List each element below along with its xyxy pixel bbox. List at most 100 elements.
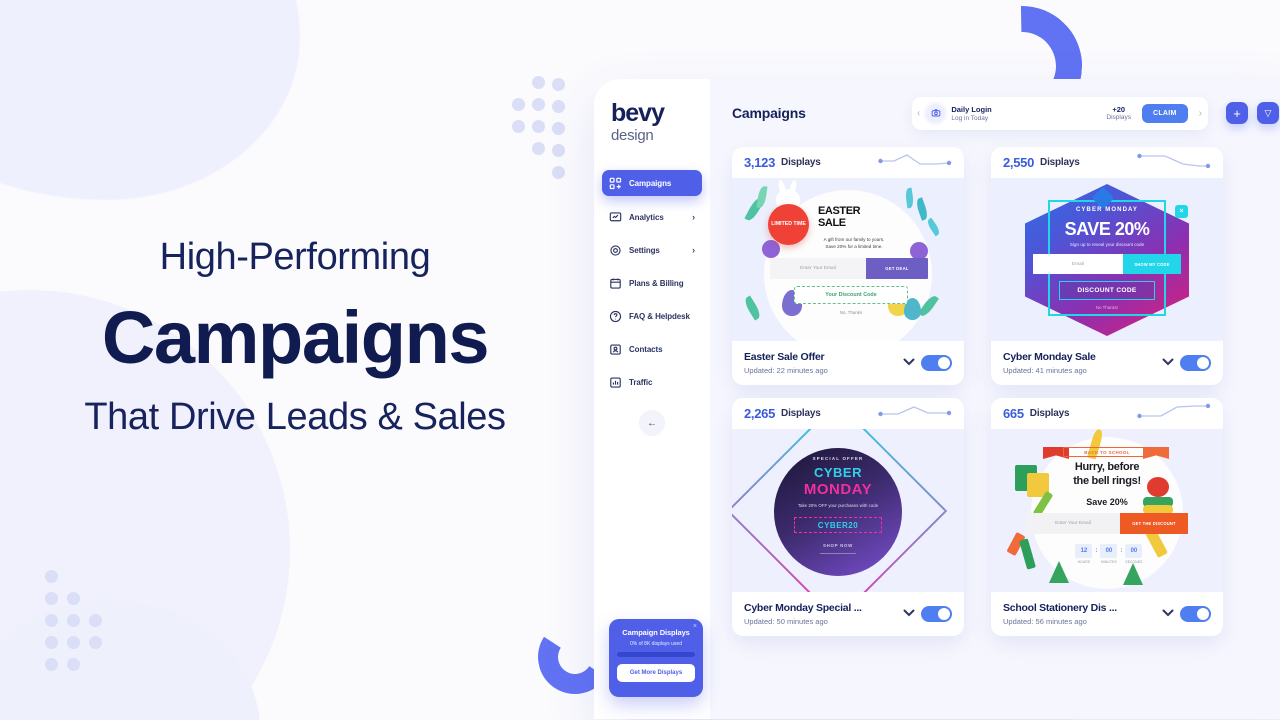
countdown-hours-label: HOURS xyxy=(1077,560,1091,564)
reward-texts: Daily Login Log in Today xyxy=(951,105,1100,122)
dot-grid-top-icon xyxy=(512,76,578,186)
sidebar-item-campaigns[interactable]: Campaigns xyxy=(602,170,702,196)
reward-amount-value: +20 xyxy=(1112,105,1126,114)
easter-title-line2: SALE xyxy=(818,216,846,229)
easter-email-input: Enter Your Email xyxy=(770,258,866,279)
card-header: 2,265 Displays xyxy=(732,398,964,429)
campaign-enabled-toggle[interactable] xyxy=(921,355,952,371)
campaign-name: Cyber Monday Special ... xyxy=(744,602,862,614)
cyber-special-title-line2: MONDAY xyxy=(803,481,873,498)
campaign-card-grid: 3,123 Displays LIMITED TIME EASTER SALE … xyxy=(710,147,1280,636)
countdown-separator-2: : xyxy=(1120,548,1123,554)
cyber-monday-discount-code: DISCOUNT CODE xyxy=(1059,281,1155,300)
chevron-down-icon[interactable] xyxy=(903,357,915,369)
card-header: 2,550 Displays xyxy=(991,147,1223,178)
easter-signup-form: Enter Your Email GET DEAL xyxy=(770,258,928,279)
easter-subtitle-line1: A gift from our family to yours. xyxy=(823,237,885,242)
blob-top-left xyxy=(0,0,300,200)
sidebar-item-faq-helpdesk[interactable]: FAQ & Helpdesk xyxy=(602,304,702,328)
campaign-card[interactable]: 2,265 Displays SPECIAL OFFER CYBER MONDA… xyxy=(732,398,964,636)
page-title: Campaigns xyxy=(732,105,806,121)
cyber-monday-decline-link: No Thanks! xyxy=(1095,305,1119,310)
sidebar-item-traffic[interactable]: Traffic xyxy=(602,370,702,394)
hero-line-3: That Drive Leads & Sales xyxy=(84,396,506,438)
easter-get-deal-button: GET DEAL xyxy=(866,258,928,279)
chevron-down-icon[interactable] xyxy=(1162,357,1174,369)
get-more-displays-button[interactable]: Get More Displays xyxy=(617,664,695,682)
campaign-card[interactable]: 2,550 Displays × CYBER MONDAY SAVE 20% S… xyxy=(991,147,1223,385)
sidebar-label-traffic: Traffic xyxy=(629,377,653,387)
calendar-icon xyxy=(610,277,621,289)
dot-grid-bottom-icon xyxy=(40,570,102,680)
displays-label: Displays xyxy=(1029,408,1070,419)
chevron-down-icon[interactable] xyxy=(1162,608,1174,620)
chevron-right-icon-analytics: › xyxy=(692,212,695,222)
cyber-monday-subtitle: Sign up to reveal your discount code xyxy=(1069,242,1145,247)
cyber-monday-email-input: Email xyxy=(1033,254,1123,274)
topbar-actions: + ▽ xyxy=(1226,102,1280,124)
cyber-monday-headline: SAVE 20% xyxy=(1064,219,1150,239)
promo-subtitle: 0% of 8K displays used xyxy=(630,641,682,647)
filter-button[interactable]: ▽ xyxy=(1257,102,1279,124)
monitor-chart-icon xyxy=(609,211,622,221)
sidebar-label-analytics: Analytics xyxy=(629,212,664,222)
campaign-enabled-toggle[interactable] xyxy=(921,606,952,622)
cyber-special-cta: SHOP NOW xyxy=(823,543,853,548)
sidebar-nav: Campaigns Analytics › Settings › Plans &… xyxy=(594,170,710,394)
promo-card-campaign-displays: × Campaign Displays 0% of 8K displays us… xyxy=(609,619,703,697)
campaign-enabled-toggle[interactable] xyxy=(1180,355,1211,371)
easter-discount-code: Your Discount Code xyxy=(794,286,908,304)
campaign-name: Cyber Monday Sale xyxy=(1003,351,1096,363)
sidebar-item-settings[interactable]: Settings › xyxy=(602,238,702,262)
chevron-right-icon-settings: › xyxy=(692,245,695,255)
campaign-thumbnail-back-to-school: BACK TO SCHOOL Hurry, before the bell ri… xyxy=(991,429,1223,592)
back-to-school-form: Enter Your Email GET THE DISCOUNT xyxy=(1026,513,1188,534)
back-to-school-save: Save 20% xyxy=(1086,497,1128,507)
back-to-school-title: Hurry, before the bell rings! xyxy=(1043,461,1171,489)
campaign-name: Easter Sale Offer xyxy=(744,351,825,363)
countdown-seconds-label: SECONDS xyxy=(1125,560,1143,564)
bar-chart-icon xyxy=(610,377,621,388)
chevron-down-icon[interactable] xyxy=(903,608,915,620)
back-to-school-discount-button: GET THE DISCOUNT xyxy=(1120,513,1188,534)
cyber-monday-form: Email SHOW MY CODE xyxy=(1033,254,1181,274)
countdown-separator-1: : xyxy=(1095,548,1098,554)
card-footer: Cyber Monday Sale Updated: 41 minutes ag… xyxy=(991,341,1223,385)
camera-icon xyxy=(926,103,946,123)
campaign-enabled-toggle[interactable] xyxy=(1180,606,1211,622)
sidebar-item-plans-billing[interactable]: Plans & Billing xyxy=(602,271,702,295)
easter-subtitle-line2: Save 20% for a limited time. xyxy=(825,243,883,249)
countdown-seconds-value: 00 xyxy=(1125,544,1143,558)
card-footer-texts: School Stationery Dis ... Updated: 56 mi… xyxy=(1003,602,1156,626)
carousel-prev-icon[interactable]: ‹ xyxy=(917,108,920,119)
sparkline-chart xyxy=(1137,403,1211,424)
carousel-next-icon[interactable]: › xyxy=(1199,108,1202,119)
card-footer-texts: Cyber Monday Special ... Updated: 50 min… xyxy=(744,602,897,626)
add-campaign-button[interactable]: + xyxy=(1226,102,1248,124)
promo-title: Campaign Displays xyxy=(622,628,690,637)
close-icon[interactable]: × xyxy=(693,623,697,630)
campaign-updated: Updated: 41 minutes ago xyxy=(1003,366,1087,375)
app-logo[interactable]: bevy design xyxy=(594,101,710,145)
displays-label: Displays xyxy=(781,157,821,168)
back-to-school-kicker: BACK TO SCHOOL xyxy=(1063,447,1151,457)
sidebar: bevy design Campaigns Analytics › Settin… xyxy=(594,79,710,719)
displays-count: 2,550 xyxy=(1003,155,1035,170)
claim-button[interactable]: CLAIM xyxy=(1141,103,1188,123)
campaign-thumbnail-cyber-monday: × CYBER MONDAY SAVE 20% Sign up to revea… xyxy=(991,178,1223,341)
reward-subtitle: Log in Today xyxy=(951,114,989,122)
campaign-card[interactable]: 3,123 Displays LIMITED TIME EASTER SALE … xyxy=(732,147,964,385)
campaign-name: School Stationery Dis ... xyxy=(1003,602,1117,614)
campaign-card[interactable]: 665 Displays BACK TO SCHOOL Hurry, befor… xyxy=(991,398,1223,636)
sidebar-label-contacts: Contacts xyxy=(629,344,663,354)
easter-title-line1: EASTER xyxy=(818,205,861,217)
sidebar-collapse-button[interactable]: ← xyxy=(639,410,665,436)
card-header: 3,123 Displays xyxy=(732,147,964,178)
cyber-monday-kicker: CYBER MONDAY xyxy=(1076,207,1138,213)
sidebar-item-analytics[interactable]: Analytics › xyxy=(602,205,702,229)
sidebar-label-plans-billing: Plans & Billing xyxy=(629,278,684,288)
sidebar-label-faq-helpdesk: FAQ & Helpdesk xyxy=(629,311,690,321)
displays-label: Displays xyxy=(781,408,821,419)
topbar: Campaigns ‹ Daily Login Log in Today +20… xyxy=(710,79,1280,147)
sidebar-item-contacts[interactable]: Contacts xyxy=(602,337,702,361)
